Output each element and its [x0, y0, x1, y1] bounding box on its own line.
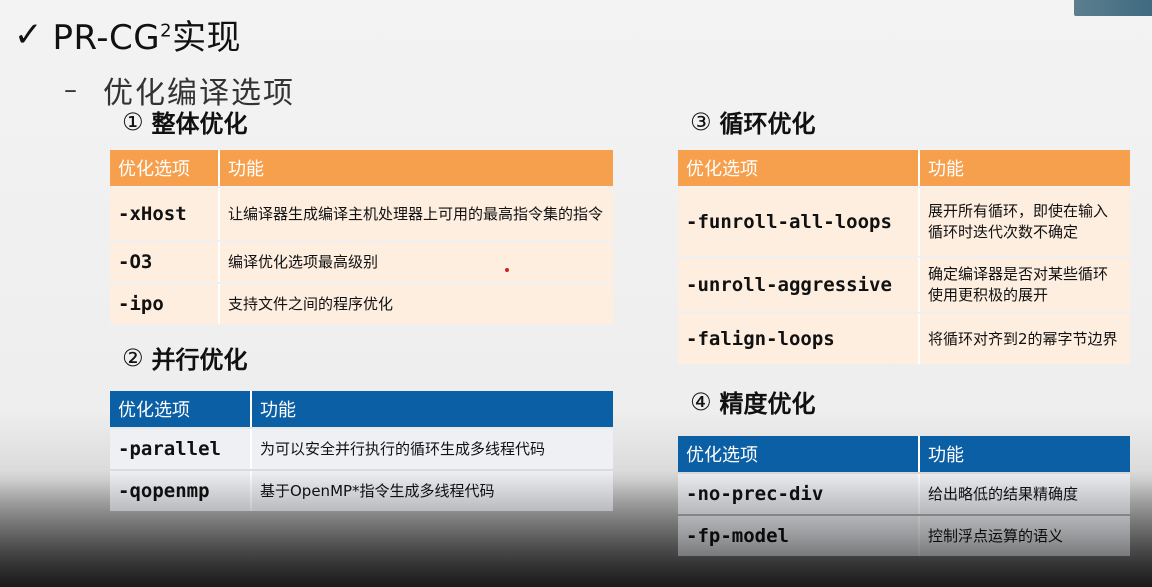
header-option: 优化选项 — [678, 150, 918, 186]
table-header: 优化选项 功能 — [678, 436, 1130, 472]
header-function: 功能 — [218, 150, 613, 186]
slide: ✓ PR-CG2实现 – 优化编译选项 ① 整体优化 优化选项 功能 -xHost… — [0, 0, 1152, 587]
title-text: PR-CG2实现 — [52, 18, 242, 58]
option-name: -funroll-all-loops — [678, 188, 918, 256]
option-name: -ipo — [110, 284, 218, 324]
table-row: -falign-loops 将循环对齐到2的幂字节边界 — [678, 314, 1130, 364]
option-description: 展开所有循环，即使在输入循环时迭代次数不确定 — [918, 188, 1130, 256]
option-name: -parallel — [110, 429, 250, 469]
camera-overlay — [1074, 0, 1152, 16]
option-description: 支持文件之间的程序优化 — [218, 284, 613, 324]
section-heading-precision: ④ 精度优化 — [690, 387, 816, 419]
option-name: -fp-model — [678, 516, 918, 556]
option-name: -O3 — [110, 242, 218, 282]
option-name: -no-prec-div — [678, 474, 918, 514]
table-row: -O3 编译优化选项最高级别 — [110, 242, 613, 282]
header-option: 优化选项 — [110, 150, 218, 186]
header-option: 优化选项 — [110, 391, 250, 427]
dash-bullet-icon: – — [64, 75, 77, 105]
option-description: 给出略低的结果精确度 — [918, 474, 1130, 514]
option-name: -falign-loops — [678, 314, 918, 364]
option-description: 编译优化选项最高级别 — [218, 242, 613, 282]
option-description: 确定编译器是否对某些循环使用更积极的展开 — [918, 258, 1130, 312]
option-description: 控制浮点运算的语义 — [918, 516, 1130, 556]
header-function: 功能 — [918, 436, 1130, 472]
table-row: -xHost 让编译器生成编译主机处理器上可用的最高指令集的指令 — [110, 188, 613, 240]
option-description: 基于OpenMP*指令生成多线程代码 — [250, 471, 613, 511]
checkmark-icon: ✓ — [14, 14, 43, 55]
option-description: 为可以安全并行执行的循环生成多线程代码 — [250, 429, 613, 469]
option-name: -unroll-aggressive — [678, 258, 918, 312]
section-heading-parallel: ② 并行优化 — [122, 343, 248, 375]
table-row: -fp-model 控制浮点运算的语义 — [678, 516, 1130, 556]
table-header: 优化选项 功能 — [110, 150, 613, 186]
option-description: 将循环对齐到2的幂字节边界 — [918, 314, 1130, 364]
table-row: -ipo 支持文件之间的程序优化 — [110, 284, 613, 324]
option-name: -xHost — [110, 188, 218, 240]
slide-title: ✓ PR-CG2实现 — [14, 10, 241, 59]
table-row: -funroll-all-loops 展开所有循环，即使在输入循环时迭代次数不确… — [678, 188, 1130, 256]
table-overall-optimization: 优化选项 功能 -xHost 让编译器生成编译主机处理器上可用的最高指令集的指令… — [110, 148, 613, 326]
option-name: -qopenmp — [110, 471, 250, 511]
laser-pointer-dot — [505, 268, 509, 272]
header-option: 优化选项 — [678, 436, 918, 472]
table-header: 优化选项 功能 — [110, 391, 613, 427]
section-heading-loop: ③ 循环优化 — [690, 107, 816, 139]
section-heading-overall: ① 整体优化 — [122, 107, 248, 139]
table-row: -unroll-aggressive 确定编译器是否对某些循环使用更积极的展开 — [678, 258, 1130, 312]
table-loop-optimization: 优化选项 功能 -funroll-all-loops 展开所有循环，即使在输入循… — [678, 148, 1130, 366]
table-row: -parallel 为可以安全并行执行的循环生成多线程代码 — [110, 429, 613, 469]
table-precision-optimization: 优化选项 功能 -no-prec-div 给出略低的结果精确度 -fp-mode… — [678, 434, 1130, 558]
header-function: 功能 — [918, 150, 1130, 186]
header-function: 功能 — [250, 391, 613, 427]
table-parallel-optimization: 优化选项 功能 -parallel 为可以安全并行执行的循环生成多线程代码 -q… — [110, 389, 613, 513]
option-description: 让编译器生成编译主机处理器上可用的最高指令集的指令 — [218, 188, 613, 240]
table-row: -no-prec-div 给出略低的结果精确度 — [678, 474, 1130, 514]
table-row: -qopenmp 基于OpenMP*指令生成多线程代码 — [110, 471, 613, 511]
table-header: 优化选项 功能 — [678, 150, 1130, 186]
